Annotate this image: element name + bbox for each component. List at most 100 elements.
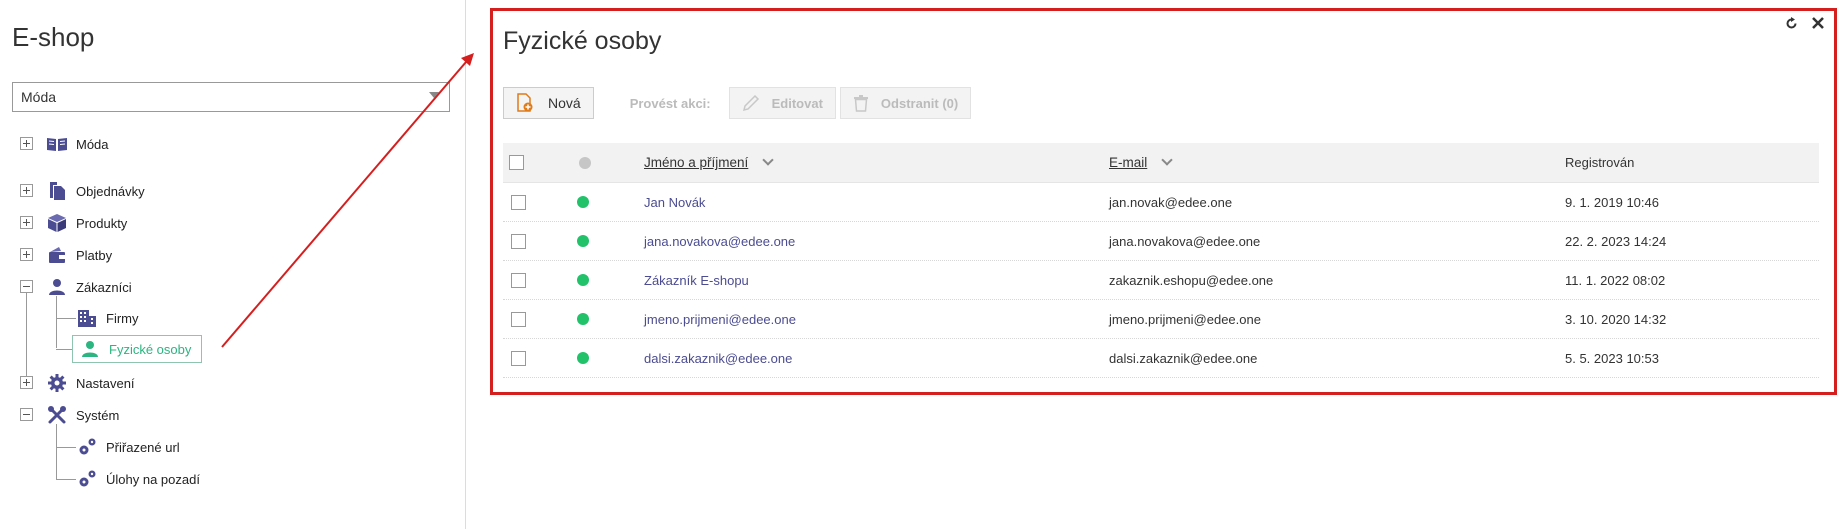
table-row[interactable]: Zákazník E-shopu zakaznik.eshopu@edee.on… [503,261,1819,300]
person-email: jana.novakova@edee.one [1109,233,1261,249]
tree-item-objednavky[interactable]: Objednávky [46,179,145,203]
gears-icon [76,469,98,489]
tree-label: Zákazníci [76,279,132,295]
person-name-link[interactable]: dalsi.zakaznik@edee.one [644,351,792,366]
chevron-down-icon[interactable] [1161,154,1173,166]
status-dot-icon [577,196,589,208]
table-row[interactable]: dalsi.zakaznik@edee.one dalsi.zakaznik@e… [503,339,1819,378]
tree-label: Přiřazené url [106,439,180,455]
delete-button[interactable]: Odstranit (0) [839,87,972,119]
header-checkbox-cell [509,143,524,182]
header-email[interactable]: E-mail [1109,143,1173,182]
row-checkbox[interactable] [511,194,526,210]
book-icon [46,134,68,154]
sidebar: E-shop Móda Móda Objednávky Produkty Pla… [0,0,466,529]
gear-icon [46,373,68,393]
pencil-icon [742,94,760,112]
email-column-label[interactable]: E-mail [1109,155,1147,170]
row-checkbox[interactable] [511,272,526,288]
documents-icon [46,181,68,201]
tree-line [56,447,76,448]
shop-select[interactable]: Móda [12,82,450,112]
tree-item-fyzicke-osoby[interactable]: Fyzické osoby [72,335,203,363]
tree-item-prirazene-url[interactable]: Přiřazené url [76,435,180,459]
header-registered: Registrován [1565,143,1634,182]
chevron-down-icon [429,92,439,98]
expand-toggle-platby[interactable] [20,248,33,261]
building-icon [76,308,98,328]
tree-item-moda[interactable]: Móda [46,132,109,156]
tree-label: Móda [76,136,109,152]
expand-toggle-produkty[interactable] [20,216,33,229]
status-dot-icon [577,235,589,247]
expand-toggle-objednavky[interactable] [20,184,33,197]
person-name-link[interactable]: jmeno.prijmeni@edee.one [644,312,796,327]
page-title: Fyzické osoby [503,27,662,55]
tree-item-produkty[interactable]: Produkty [46,211,127,235]
person-email: jmeno.prijmeni@edee.one [1109,311,1261,327]
person-name-link[interactable]: Zákazník E-shopu [644,273,749,288]
name-column-label[interactable]: Jméno a příjmení [644,155,748,170]
tree-line [56,296,57,348]
collapse-toggle-system[interactable] [20,408,33,421]
tree-item-platby[interactable]: Platby [46,243,112,267]
tree-line [56,424,57,479]
registered-column-label: Registrován [1565,155,1635,170]
person-icon [79,339,101,359]
person-registered: 11. 1. 2022 08:02 [1565,272,1666,288]
chevron-down-icon[interactable] [762,154,774,166]
status-dot-icon [579,156,591,169]
row-checkbox[interactable] [511,350,526,366]
tree-label: Úlohy na pozadí [106,471,200,487]
new-button[interactable]: Nová [503,87,594,119]
person-name-link[interactable]: jana.novakova@edee.one [644,234,795,249]
new-document-icon [516,93,534,113]
header-status-cell [579,143,591,182]
table-row[interactable]: jmeno.prijmeni@edee.one jmeno.prijmeni@e… [503,300,1819,339]
wallet-icon [46,245,68,265]
tools-icon [46,405,68,425]
edit-button-label: Editovat [771,95,823,111]
person-email: dalsi.zakaznik@edee.one [1109,350,1258,366]
tree-line [56,349,72,350]
delete-button-label: Odstranit (0) [880,95,959,111]
edit-button[interactable]: Editovat [728,87,836,119]
tree-label: Nastavení [76,375,135,391]
tree-item-system[interactable]: Systém [46,403,119,427]
row-checkbox[interactable] [511,233,526,249]
expand-toggle-moda[interactable] [20,137,33,150]
tree-item-zakaznici[interactable]: Zákazníci [46,275,132,299]
trash-icon [853,94,869,112]
table-row[interactable]: Jan Novák jan.novak@edee.one 9. 1. 2019 … [503,183,1819,222]
table-header: Jméno a příjmení E-mail Registrován [503,143,1819,183]
tree-label: Objednávky [76,183,145,199]
status-dot-icon [577,313,589,325]
person-email: zakaznik.eshopu@edee.one [1109,272,1274,288]
action-label: Provést akci: [629,95,711,111]
refresh-icon[interactable] [1785,17,1798,33]
person-registered: 22. 2. 2023 14:24 [1565,233,1667,249]
tree-item-nastaveni[interactable]: Nastavení [46,371,135,395]
tree-label: Produkty [76,215,128,231]
tree-label: Fyzické osoby [109,341,192,357]
collapse-toggle-zakaznici[interactable] [20,280,33,293]
box-icon [46,213,68,233]
sidebar-title: E-shop [12,22,95,52]
select-all-checkbox[interactable] [509,155,524,170]
person-name-link[interactable]: Jan Novák [644,195,705,210]
person-registered: 9. 1. 2019 10:46 [1565,194,1659,210]
tree-item-ulohy-na-pozadi[interactable]: Úlohy na pozadí [76,467,200,491]
tree-line [56,318,76,319]
expand-toggle-nastaveni[interactable] [20,376,33,389]
tree-label: Firmy [106,310,139,326]
row-checkbox[interactable] [511,311,526,327]
table-row[interactable]: jana.novakova@edee.one jana.novakova@ede… [503,222,1819,261]
user-icon [46,277,68,297]
close-icon[interactable] [1812,17,1824,32]
tree-label: Platby [76,247,113,263]
person-email: jan.novak@edee.one [1109,194,1233,210]
tree-line [56,479,76,480]
header-name[interactable]: Jméno a příjmení [644,143,774,182]
tree-line [26,280,27,386]
tree-item-firmy[interactable]: Firmy [76,306,139,330]
